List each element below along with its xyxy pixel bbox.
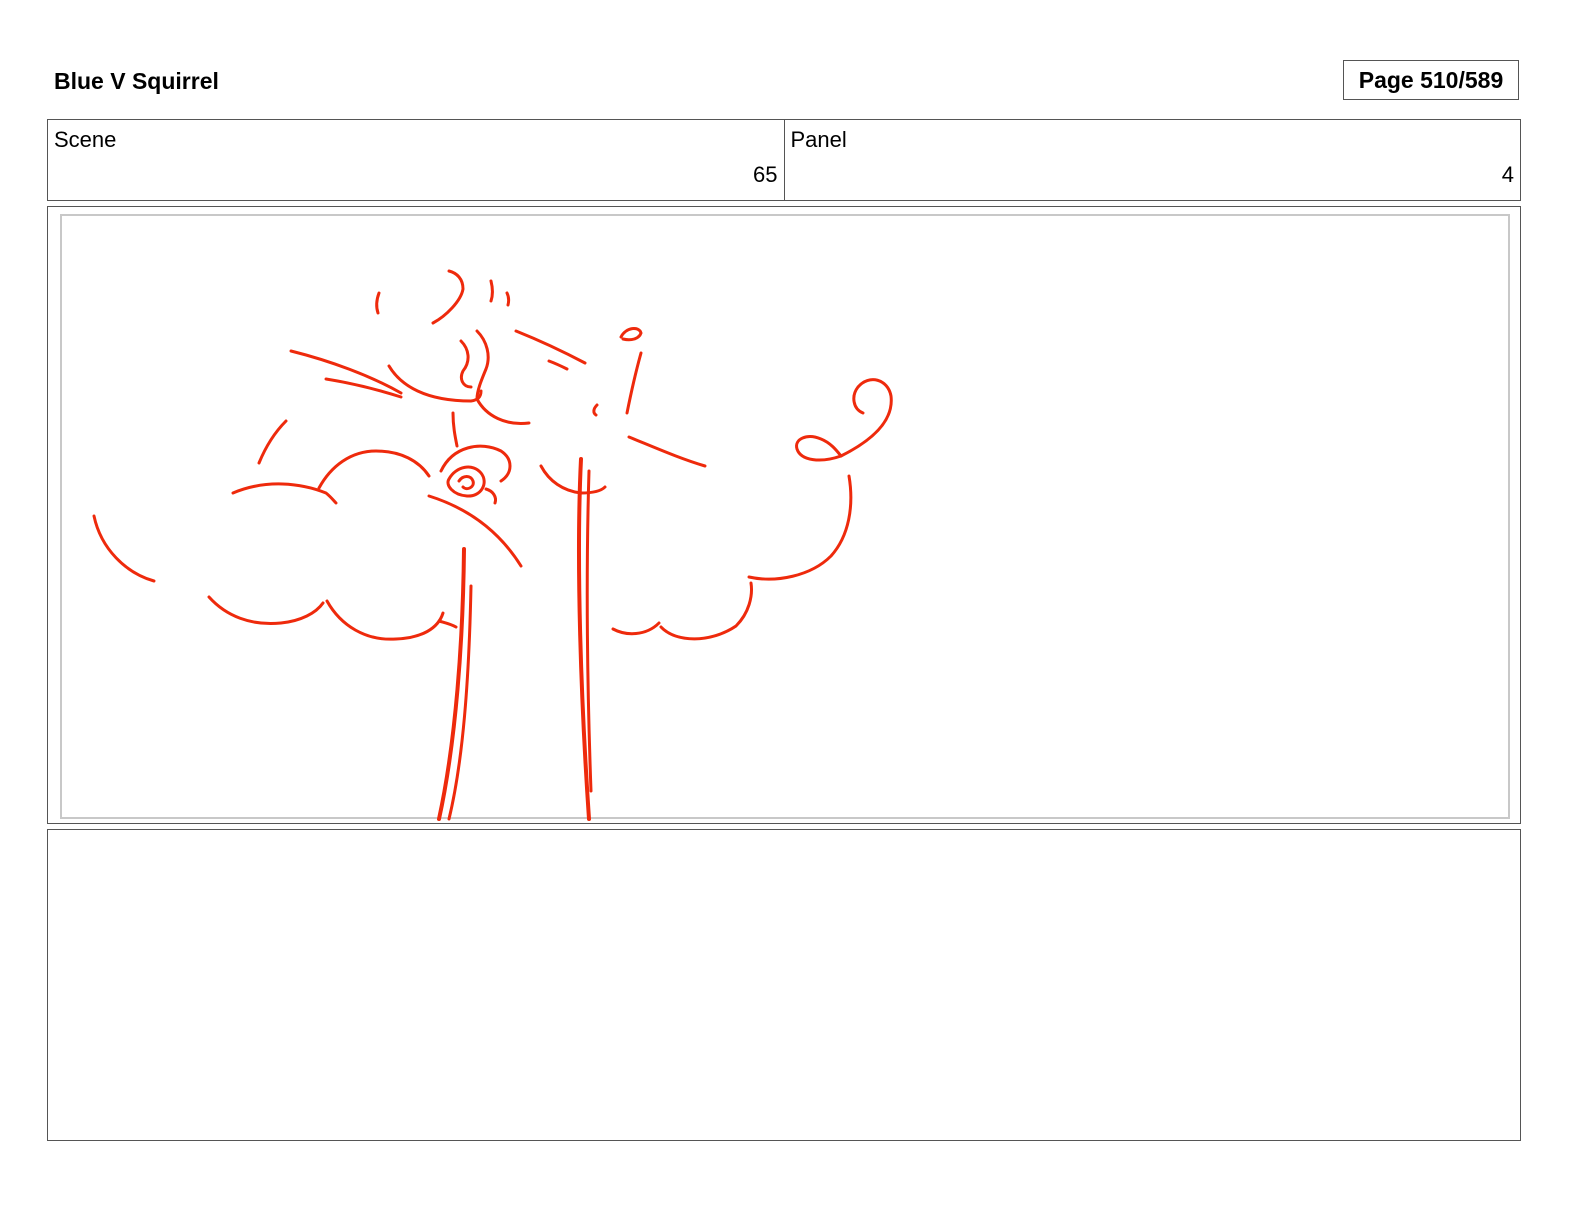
scene-number: 65	[753, 162, 778, 187]
scene-cell: Scene 65	[48, 120, 784, 200]
page-number-badge: Page 510/589	[1343, 60, 1519, 100]
panel-cell: Panel 4	[783, 120, 1521, 200]
scene-panel-info-row: Scene 65 Panel 4	[47, 119, 1521, 201]
upper-left-branch-stroke	[289, 349, 403, 395]
panel-number: 4	[1501, 162, 1514, 187]
canopy-bottom-scallop-2	[325, 599, 445, 641]
right-spiral-stroke	[839, 378, 893, 458]
canopy-bottom-scallop-5	[659, 581, 753, 641]
upper-right-small-curl	[619, 327, 643, 342]
upper-curl-right-stroke	[475, 329, 490, 401]
upper-canopy-arc-stroke	[387, 364, 483, 403]
panel-label: Panel	[790, 127, 847, 152]
right-spiral-loop-stroke	[795, 435, 843, 462]
upper-small-stroke-1	[375, 291, 381, 315]
upper-right-slash-stroke	[625, 351, 643, 415]
upper-right-dash-stroke	[627, 435, 707, 468]
curl-knot-inner	[446, 465, 486, 498]
tree-sketch-strokes	[92, 269, 893, 821]
curl-knot-tail	[484, 487, 497, 505]
canopy-branch-line-stroke	[427, 494, 523, 568]
trunk-left-inner-stroke	[447, 584, 473, 821]
canopy-right-lobe-stroke	[747, 474, 853, 581]
upper-diagonal-stroke-2	[547, 359, 569, 371]
tree-sketch-drawing	[92, 269, 893, 821]
upper-tick-stroke	[592, 403, 599, 417]
canopy-small-stroke-1	[257, 419, 288, 465]
upper-curl-stroke	[431, 269, 465, 325]
notes-box	[47, 829, 1521, 1141]
upper-small-stroke-2	[459, 339, 473, 389]
canopy-bottom-scallop-1	[207, 595, 325, 626]
scene-label: Scene	[54, 127, 117, 152]
upper-hair-stroke-1	[489, 279, 494, 303]
canopy-left-edge-stroke	[92, 514, 156, 583]
curl-knot-small	[457, 475, 475, 491]
upper-arc-right-stroke	[475, 397, 531, 426]
canopy-bottom-scallop-4	[611, 621, 661, 636]
center-vertical-stroke	[451, 411, 459, 448]
trunk-left-stroke	[437, 547, 466, 821]
canopy-mid-lobe-stroke	[317, 449, 431, 490]
canopy-bottom-scallop-3	[437, 619, 458, 629]
canopy-right-mid-stroke	[539, 464, 607, 495]
upper-hair-stroke-2	[505, 291, 511, 307]
upper-diagonal-stroke	[514, 329, 587, 365]
storyboard-frame	[47, 206, 1521, 824]
document-title: Blue V Squirrel	[54, 68, 219, 94]
trunk-right-inner-stroke	[585, 469, 593, 793]
